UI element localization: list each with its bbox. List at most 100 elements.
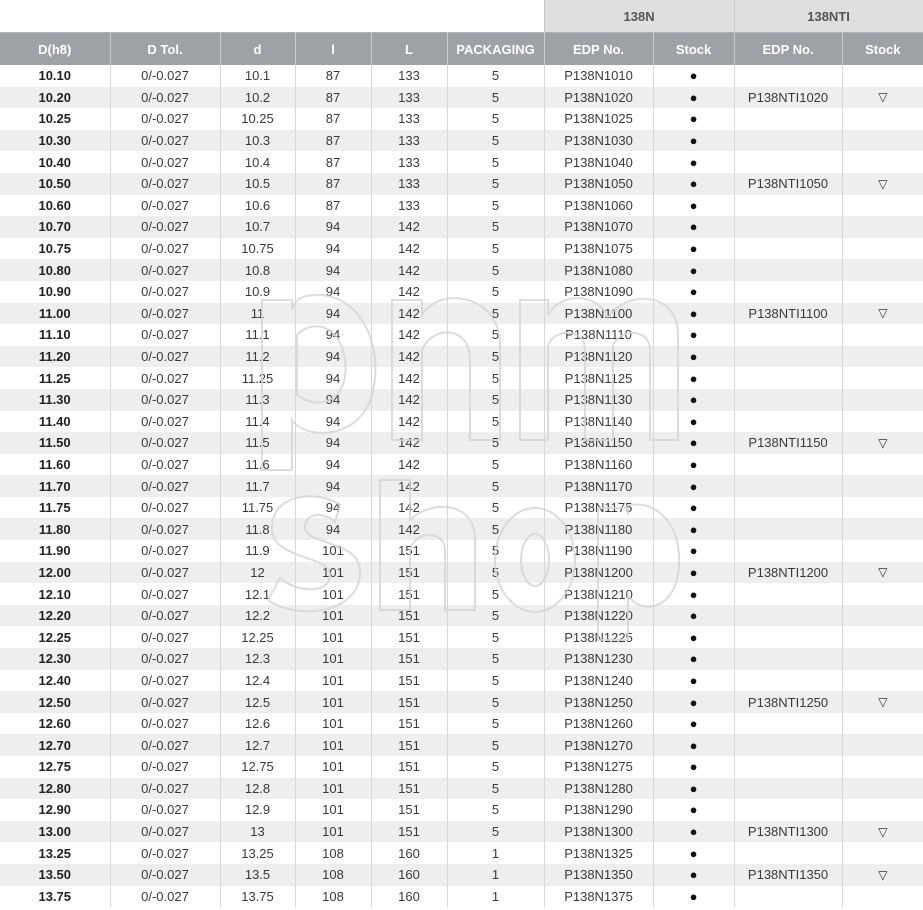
cell-packaging: 5 (447, 734, 545, 756)
stock-triangle-icon (842, 648, 923, 670)
stock-triangle-icon (842, 518, 923, 541)
stock-dot-icon: ● (653, 237, 735, 260)
cell-edp-138n: P138N1010 (544, 65, 654, 87)
cell-flute-length: 94 (295, 259, 372, 281)
col-header-diameter: D(h8) (0, 32, 111, 65)
cell-edp-138n: P138N1230 (544, 648, 654, 670)
stock-dot-icon: ● (653, 799, 735, 821)
cell-shank-d: 12.5 (220, 691, 296, 713)
cell-shank-d: 10.6 (220, 194, 296, 217)
cell-shank-d: 11.9 (220, 540, 296, 562)
cell-diameter: 10.70 (0, 216, 111, 238)
cell-edp-138n: P138N1190 (544, 540, 654, 562)
table-row: 10.40 0/-0.027 10.4 87 133 5 P138N1040 ● (0, 151, 923, 173)
cell-edp-138n: P138N1270 (544, 734, 654, 756)
cell-diameter: 11.60 (0, 453, 111, 476)
cell-tolerance: 0/-0.027 (110, 626, 221, 649)
cell-edp-138nti (734, 799, 843, 821)
stock-dot-icon: ● (653, 777, 735, 800)
cell-packaging: 5 (447, 151, 545, 173)
cell-flute-length: 94 (295, 237, 372, 260)
cell-edp-138nti: P138NTI1200 (734, 561, 843, 584)
cell-overall-length: 142 (371, 345, 448, 368)
cell-diameter: 13.75 (0, 885, 111, 908)
stock-dot-icon: ● (653, 756, 735, 778)
cell-shank-d: 11.6 (220, 453, 296, 476)
cell-edp-138n: P138N1030 (544, 129, 654, 152)
table-row: 12.90 0/-0.027 12.9 101 151 5 P138N1290 ● (0, 799, 923, 821)
cell-edp-138n: P138N1300 (544, 820, 654, 843)
cell-edp-138nti (734, 388, 843, 411)
cell-overall-length: 151 (371, 626, 448, 649)
stock-triangle-icon (842, 886, 923, 908)
cell-overall-length: 151 (371, 561, 448, 584)
cell-edp-138nti (734, 324, 843, 346)
cell-diameter: 12.60 (0, 712, 111, 735)
cell-diameter: 10.75 (0, 237, 111, 260)
cell-edp-138nti (734, 65, 843, 87)
table-row: 11.75 0/-0.027 11.75 94 142 5 P138N1175 ● (0, 496, 923, 519)
cell-flute-length: 101 (295, 561, 372, 584)
cell-flute-length: 101 (295, 734, 372, 756)
cell-shank-d: 10.25 (220, 108, 296, 130)
cell-flute-length: 94 (295, 432, 372, 454)
cell-flute-length: 101 (295, 626, 372, 649)
cell-shank-d: 10.8 (220, 259, 296, 281)
cell-edp-138n: P138N1150 (544, 432, 654, 454)
stock-triangle-icon (842, 454, 923, 476)
cell-edp-138nti (734, 345, 843, 368)
cell-edp-138n: P138N1060 (544, 194, 654, 217)
cell-flute-length: 101 (295, 669, 372, 692)
cell-shank-d: 11 (220, 302, 296, 325)
cell-flute-length: 101 (295, 820, 372, 843)
cell-packaging: 5 (447, 712, 545, 735)
cell-edp-138n: P138N1275 (544, 756, 654, 778)
cell-edp-138nti (734, 885, 843, 908)
cell-overall-length: 160 (371, 885, 448, 908)
stock-dot-icon: ● (653, 518, 735, 541)
col-header-shank-d: d (220, 32, 296, 65)
cell-edp-138nti (734, 842, 843, 864)
group-header-row: 138N 138NTI (0, 0, 923, 33)
cell-packaging: 5 (447, 799, 545, 821)
cell-overall-length: 151 (371, 777, 448, 800)
stock-dot-icon: ● (653, 475, 735, 497)
cell-flute-length: 101 (295, 712, 372, 735)
cell-diameter: 10.10 (0, 65, 111, 87)
cell-packaging: 5 (447, 172, 545, 195)
stock-dot-icon: ● (653, 496, 735, 519)
cell-packaging: 5 (447, 259, 545, 281)
cell-edp-138n: P138N1050 (544, 172, 654, 195)
cell-tolerance: 0/-0.027 (110, 648, 221, 670)
cell-flute-length: 94 (295, 496, 372, 519)
cell-tolerance: 0/-0.027 (110, 691, 221, 713)
cell-tolerance: 0/-0.027 (110, 345, 221, 368)
table-row: 11.25 0/-0.027 11.25 94 142 5 P138N1125 ● (0, 367, 923, 389)
cell-diameter: 11.80 (0, 518, 111, 541)
cell-shank-d: 10.1 (220, 65, 296, 87)
cell-tolerance: 0/-0.027 (110, 842, 221, 864)
cell-tolerance: 0/-0.027 (110, 453, 221, 476)
cell-edp-138nti (734, 648, 843, 670)
cell-diameter: 12.70 (0, 734, 111, 756)
cell-packaging: 5 (447, 324, 545, 346)
stock-dot-icon: ● (653, 388, 735, 411)
cell-packaging: 5 (447, 604, 545, 627)
table-row: 12.20 0/-0.027 12.2 101 151 5 P138N1220 ● (0, 604, 923, 627)
table-row: 13.00 0/-0.027 13 101 151 5 P138N1300 ● P138NTI1… (0, 820, 923, 843)
cell-edp-138n: P138N1180 (544, 518, 654, 541)
stock-dot-icon: ● (653, 345, 735, 368)
cell-diameter: 11.50 (0, 432, 111, 454)
cell-packaging: 5 (447, 345, 545, 368)
cell-packaging: 5 (447, 280, 545, 303)
stock-triangle-icon (842, 777, 923, 800)
cell-flute-length: 101 (295, 648, 372, 670)
cell-edp-138n: P138N1210 (544, 583, 654, 605)
stock-triangle-icon (842, 216, 923, 238)
cell-edp-138nti (734, 604, 843, 627)
stock-triangle-icon (842, 626, 923, 648)
cell-overall-length: 133 (371, 108, 448, 130)
cell-edp-138n: P138N1250 (544, 691, 654, 713)
cell-tolerance: 0/-0.027 (110, 324, 221, 346)
cell-flute-length: 87 (295, 194, 372, 217)
